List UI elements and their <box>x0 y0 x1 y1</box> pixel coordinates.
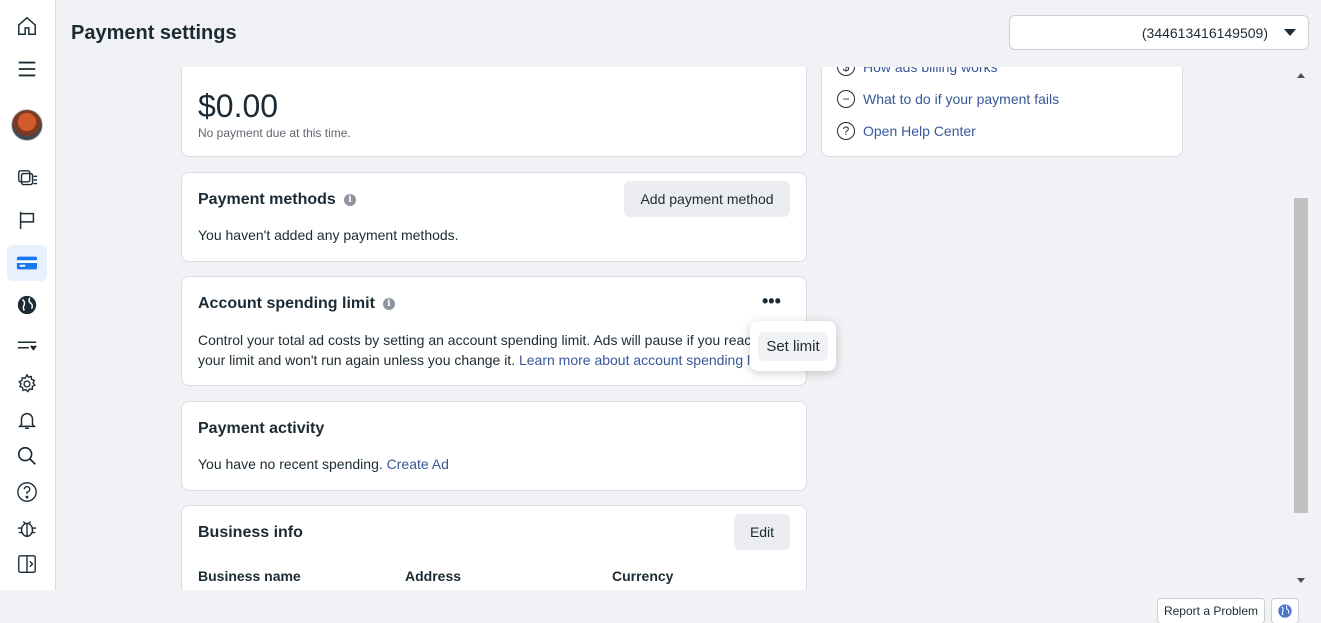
scrollbar-thumb[interactable] <box>1294 198 1308 513</box>
bug-icon[interactable] <box>7 510 47 546</box>
help-link-payment-fails[interactable]: − What to do if your payment fails <box>837 89 1059 109</box>
account-selector[interactable]: (344613416149509) <box>1009 15 1309 50</box>
help-link-billing[interactable]: $ How ads billing works <box>837 67 1059 77</box>
spending-limit-title: Account spending limit i <box>198 295 395 313</box>
learn-more-spending-limit-link[interactable]: Learn more about account spending li <box>519 352 753 368</box>
scrollbar[interactable] <box>1294 67 1308 590</box>
page-title: Payment settings <box>71 22 237 44</box>
business-info-title: Business info <box>198 524 303 541</box>
business-name-label: Business name <box>198 568 301 584</box>
payment-activity-text: You have no recent spending. Create Ad <box>198 456 449 472</box>
avatar <box>11 109 43 141</box>
payment-methods-empty-text: You haven't added any payment methods. <box>198 227 459 243</box>
scroll-down-arrow-icon[interactable] <box>1297 578 1305 583</box>
ads-manager-icon[interactable] <box>7 161 47 197</box>
settings-icon[interactable] <box>7 366 47 402</box>
menu-icon[interactable] <box>7 51 47 87</box>
language-button[interactable] <box>1271 598 1299 623</box>
report-problem-button[interactable]: Report a Problem <box>1157 598 1265 623</box>
more-options-button[interactable]: ••• <box>762 291 781 312</box>
minus-circle-icon: − <box>837 90 855 108</box>
business-info-card: Business info Edit Business name Address… <box>181 505 807 590</box>
help-card: $ How ads billing works − What to do if … <box>821 67 1183 157</box>
dollar-icon: $ <box>837 67 855 76</box>
address-label: Address <box>405 568 462 584</box>
globe-icon[interactable] <box>7 287 47 323</box>
info-icon[interactable]: i <box>382 298 395 310</box>
balance-note: No payment due at this time. <box>198 126 351 140</box>
notifications-icon[interactable] <box>7 402 47 438</box>
add-payment-method-button[interactable]: Add payment method <box>624 181 790 217</box>
spending-limit-popover: Set limit <box>750 321 836 371</box>
page-header: Payment settings (344613416149509) <box>56 0 1321 67</box>
help-icon[interactable] <box>7 474 47 510</box>
set-limit-button[interactable]: Set limit <box>758 331 828 361</box>
payment-methods-title: Payment methods i <box>198 191 356 209</box>
left-rail <box>0 0 56 590</box>
search-icon[interactable] <box>7 438 47 474</box>
flag-icon[interactable] <box>7 202 47 238</box>
edit-business-info-button[interactable]: Edit <box>734 514 790 550</box>
question-icon: ? <box>837 122 855 140</box>
help-links: $ How ads billing works − What to do if … <box>837 67 1059 141</box>
home-icon[interactable] <box>7 8 47 44</box>
events-icon[interactable] <box>7 327 47 363</box>
spending-limit-card: Account spending limit i ••• Control you… <box>181 276 807 386</box>
globe-icon <box>1278 604 1292 618</box>
billing-icon[interactable] <box>7 245 47 281</box>
payment-activity-title: Payment activity <box>198 420 325 437</box>
create-ad-link[interactable]: Create Ad <box>387 456 449 472</box>
currency-label: Currency <box>612 568 674 584</box>
scroll-up-arrow-icon[interactable] <box>1297 73 1305 78</box>
main-content: $0.00 No payment due at this time. $ How… <box>56 67 1294 590</box>
info-icon[interactable]: i <box>343 194 356 206</box>
help-link-help-center[interactable]: ? Open Help Center <box>837 121 1059 141</box>
collapse-icon[interactable] <box>7 546 47 582</box>
spending-limit-description: Control your total ad costs by setting a… <box>198 332 754 368</box>
payment-activity-card: Payment activity You have no recent spen… <box>181 401 807 491</box>
balance-amount: $0.00 <box>198 88 279 124</box>
balance-card: $0.00 No payment due at this time. <box>181 67 807 157</box>
footer: Report a Problem <box>0 590 1321 623</box>
chevron-down-icon <box>1284 29 1296 36</box>
payment-methods-card: Payment methods i Add payment method You… <box>181 172 807 262</box>
avatar-button[interactable] <box>7 107 47 143</box>
account-id: (344613416149509) <box>1141 24 1268 41</box>
